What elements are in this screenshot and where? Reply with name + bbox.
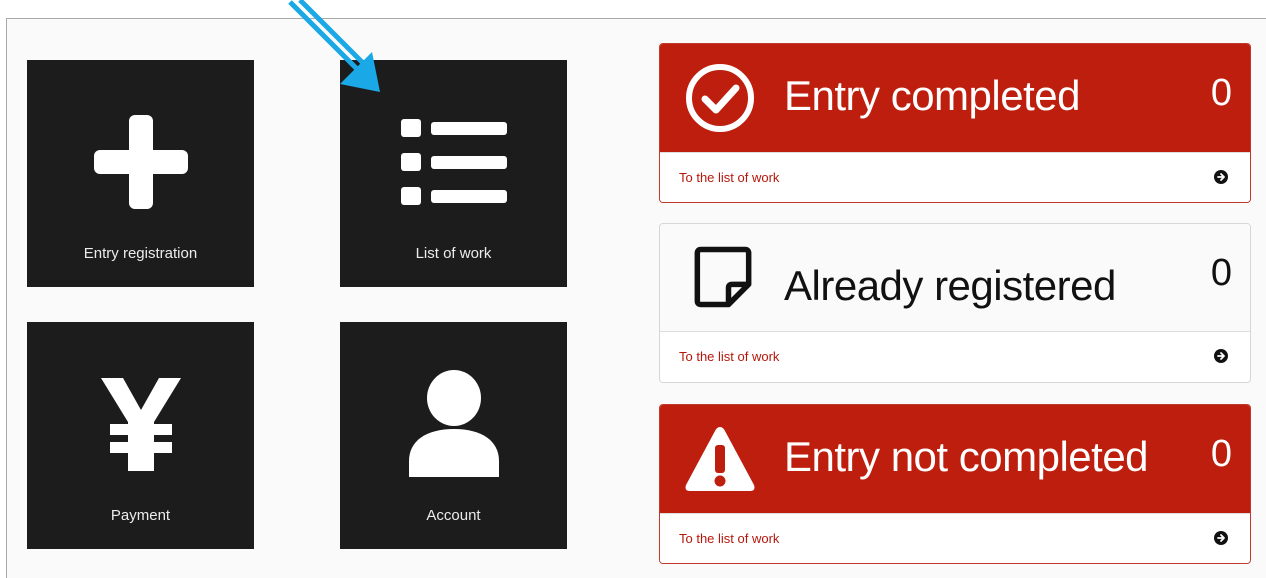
entry-completed-panel[interactable]: Entry completed 0 To the list of work	[659, 43, 1251, 203]
panel-title: Entry completed	[784, 72, 1080, 119]
list-icon	[340, 112, 567, 212]
panel-title: Already registered	[784, 262, 1116, 309]
account-tile[interactable]: Account	[340, 322, 567, 549]
already-registered-panel[interactable]: Already registered 0 To the list of work	[659, 223, 1251, 383]
tile-label: Account	[426, 507, 481, 524]
arrow-circle-right-icon[interactable]	[1214, 170, 1228, 184]
sticky-note-icon	[694, 246, 752, 308]
yen-icon	[27, 374, 254, 474]
warning-icon	[685, 427, 755, 491]
list-of-work-link[interactable]: To the list of work	[679, 170, 779, 185]
panel-count: 0	[1210, 433, 1232, 475]
panel-footer[interactable]: To the list of work	[660, 152, 1250, 202]
panel-footer[interactable]: To the list of work	[660, 513, 1250, 563]
panel-header: Already registered 0	[660, 224, 1250, 331]
panel-footer[interactable]: To the list of work	[660, 331, 1250, 382]
entry-not-completed-panel[interactable]: Entry not completed 0 To the list of wor…	[659, 404, 1251, 564]
list-of-work-link[interactable]: To the list of work	[679, 349, 779, 364]
panel-title: Entry not completed	[784, 433, 1149, 480]
pointer-arrow-icon	[288, 0, 380, 92]
user-icon	[340, 370, 567, 477]
list-of-work-link[interactable]: To the list of work	[679, 531, 779, 546]
tile-label: Payment	[110, 507, 171, 524]
panel-count: 0	[1210, 72, 1232, 114]
panel-header: Entry not completed 0	[660, 405, 1250, 513]
arrow-circle-right-icon[interactable]	[1214, 349, 1228, 363]
panel-header: Entry completed 0	[660, 44, 1250, 152]
payment-tile[interactable]: Payment	[27, 322, 254, 549]
tile-label: List of work	[415, 245, 492, 262]
plus-icon	[27, 112, 254, 212]
entry-registration-tile[interactable]: Entry registration	[27, 60, 254, 287]
tile-label: Entry registration	[83, 245, 198, 262]
arrow-circle-right-icon[interactable]	[1214, 531, 1228, 545]
panel-count: 0	[1210, 252, 1232, 294]
check-circle-icon	[686, 64, 754, 132]
